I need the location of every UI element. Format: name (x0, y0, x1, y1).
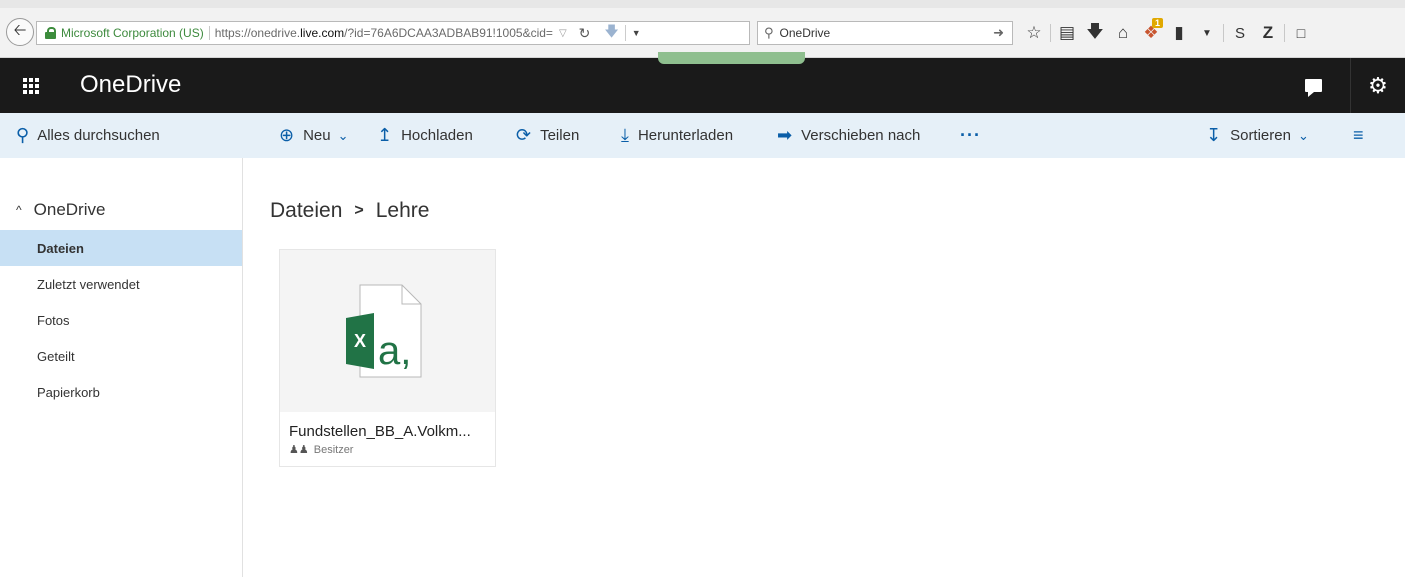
nav-item-label: Geteilt (37, 348, 75, 364)
search-go-icon[interactable]: ➜ (993, 25, 1004, 41)
feedback-button[interactable] (1282, 58, 1344, 113)
nav-item-recycle-bin[interactable]: Papierkorb (0, 374, 242, 410)
sort-button[interactable]: ↧ Sortieren ⌄ (1206, 113, 1309, 158)
nav-item-label: Fotos (37, 312, 70, 328)
download-indicator-icon[interactable]: 🡇 (604, 22, 618, 44)
divider (624, 25, 626, 41)
app-title[interactable]: OneDrive (80, 71, 181, 99)
command-bar: ⚲ Alles durchsuchen ⊕ Neu ⌄ ↥ Hochladen … (0, 113, 1405, 158)
zotero-icon[interactable]: Z (1254, 20, 1282, 46)
search-all-label: Alles durchsuchen (37, 127, 160, 144)
file-owner: ♟♟ Besitzer (289, 443, 354, 457)
divider (1284, 24, 1285, 42)
excel-file-icon: X a, (346, 284, 422, 378)
nav-item-label: Zuletzt verwendet (37, 276, 140, 292)
extension-badge: 1 (1151, 18, 1163, 28)
search-all-button[interactable]: ⚲ Alles durchsuchen (0, 113, 243, 158)
nav-item-files[interactable]: Dateien (0, 230, 242, 266)
nav-item-shared[interactable]: Geteilt (0, 338, 242, 374)
excel-letter: X (354, 331, 366, 351)
ellipsis-icon: ··· (960, 125, 981, 145)
browser-search-field[interactable]: ⚲ OneDrive ➜ (757, 21, 1013, 45)
upload-icon: ↥ (377, 125, 393, 145)
nav-item-label: Papierkorb (37, 384, 100, 400)
extension-puzzle-icon[interactable]: ❖ 1 (1137, 18, 1165, 46)
breadcrumb: Dateien > Lehre (270, 199, 429, 223)
move-icon: ➡ (777, 125, 793, 145)
clipboard-icon[interactable]: ▮ (1165, 20, 1193, 46)
nav-item-recent[interactable]: Zuletzt verwendet (0, 266, 242, 302)
file-thumbnail[interactable]: X a, (280, 250, 495, 412)
suite-header: OneDrive ⚙ (0, 58, 1405, 113)
tab-strip (0, 0, 1405, 8)
chevron-up-icon: ^ (16, 203, 22, 217)
move-label: Verschieben nach (801, 127, 921, 144)
chevron-down-icon[interactable]: ▼ (632, 28, 641, 38)
breadcrumb-root[interactable]: Dateien (270, 199, 342, 223)
bookmark-star-icon[interactable]: ☆ (1020, 20, 1048, 46)
view-toggle-button[interactable]: ≡ (1353, 113, 1373, 158)
chevron-right-icon: > (354, 202, 364, 219)
browser-icon-group: ☆ ▤ 🡇 ⌂ ❖ 1 ▮ ▼ S Z □ (1020, 18, 1315, 46)
upload-label: Hochladen (401, 127, 473, 144)
more-button[interactable]: ··· (960, 113, 981, 158)
divider (1223, 24, 1224, 42)
divider (1050, 24, 1051, 42)
app-launcher-button[interactable] (0, 58, 62, 113)
waffle-icon (23, 77, 39, 94)
chevron-down-icon: ⌄ (337, 127, 349, 143)
gear-icon: ⚙ (1368, 72, 1388, 98)
nav-item-label: Dateien (37, 240, 84, 256)
plus-circle-icon: ⊕ (279, 125, 295, 145)
reading-list-icon[interactable]: ▤ (1053, 20, 1081, 46)
notification-tab (658, 52, 805, 64)
page-icon[interactable]: □ (1287, 20, 1315, 46)
new-label: Neu (303, 127, 331, 144)
breadcrumb-current: Lehre (375, 199, 430, 222)
nav-root-label: OneDrive (33, 200, 106, 219)
nav-item-photos[interactable]: Fotos (0, 302, 242, 338)
chevron-down-icon: ⌄ (1297, 127, 1309, 143)
home-icon[interactable]: ⌂ (1109, 20, 1137, 46)
url-text[interactable]: https://onedrive.live.com/?id=76A6DCAA3A… (210, 26, 553, 40)
upload-button[interactable]: ↥ Hochladen (377, 113, 473, 158)
sync-icon[interactable]: S (1226, 20, 1254, 46)
back-button[interactable]: 🡠 (6, 18, 34, 46)
download-icon: ⤓ (621, 125, 629, 145)
address-bar[interactable]: Microsoft Corporation (US) https://onedr… (36, 21, 750, 45)
share-icon: ⟳ (516, 125, 532, 145)
file-tile[interactable]: X a, Fundstellen_BB_A.Volkm... ♟♟ Besitz… (279, 249, 496, 467)
sort-icon: ↧ (1206, 125, 1222, 145)
share-label: Teilen (540, 127, 580, 144)
settings-button[interactable]: ⚙ (1350, 58, 1405, 113)
history-dropdown-icon[interactable]: ▽ (559, 28, 567, 39)
browser-toolbar: 🡠 Microsoft Corporation (US) https://one… (0, 0, 1405, 58)
search-icon: ⚲ (764, 25, 774, 40)
chat-bubble-icon (1304, 79, 1322, 97)
chevron-down-icon[interactable]: ▼ (1193, 20, 1221, 46)
sort-label: Sortieren (1230, 127, 1291, 144)
people-icon: ♟♟ (289, 444, 309, 456)
left-navigation: ^ OneDrive Dateien Zuletzt verwendet Fot… (0, 158, 243, 577)
search-icon: ⚲ (16, 125, 30, 145)
reload-icon[interactable]: ↻ (579, 25, 591, 42)
back-arrow-icon: 🡠 (13, 21, 27, 39)
site-identity[interactable]: Microsoft Corporation (US) (61, 26, 210, 40)
nav-root-onedrive[interactable]: ^ OneDrive (16, 200, 105, 220)
new-button[interactable]: ⊕ Neu ⌄ (279, 113, 349, 158)
download-label: Herunterladen (637, 127, 734, 144)
move-to-button[interactable]: ➡ Verschieben nach (777, 113, 920, 158)
list-view-icon: ≡ (1353, 125, 1364, 145)
share-button[interactable]: ⟳ Teilen (516, 113, 579, 158)
search-value: OneDrive (779, 26, 831, 40)
owner-label: Besitzer (313, 443, 354, 456)
lock-icon (45, 27, 56, 39)
downloads-icon[interactable]: 🡇 (1081, 20, 1109, 46)
excel-glyph: a, (378, 329, 411, 373)
file-name[interactable]: Fundstellen_BB_A.Volkm... (289, 423, 471, 440)
download-button[interactable]: ⤓ Herunterladen (621, 113, 733, 158)
